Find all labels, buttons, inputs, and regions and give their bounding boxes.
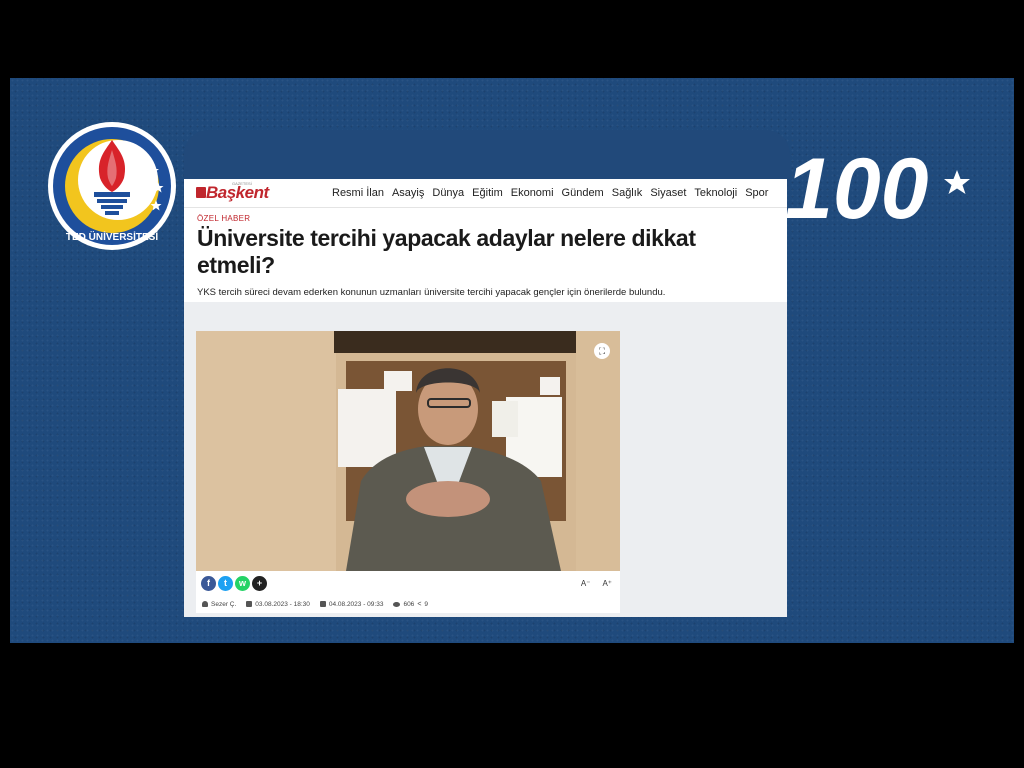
centennial-100-logo: 100 [785, 141, 970, 230]
article-published: 03.08.2023 - 18:30 [255, 600, 310, 608]
ted-logo-text: TED ÜNİVERSİTESİ [66, 230, 158, 243]
font-increase-button[interactable]: A⁺ [602, 579, 612, 588]
article-shares: 9 [424, 600, 429, 608]
share-count-icon: < [417, 600, 422, 608]
article-kicker: ÖZEL HABER [197, 214, 251, 223]
article-video[interactable]: ⛶ [196, 331, 620, 571]
share-bar: f t w + A⁻ A⁺ [196, 571, 620, 595]
nav-item-resmi-ilan[interactable]: Resmi İlan [332, 187, 384, 199]
whatsapp-icon[interactable]: w [235, 575, 250, 591]
article-title: Üniversite tercihi yapacak adaylar neler… [197, 225, 696, 278]
video-frame [196, 331, 620, 571]
nav-item-ekonomi[interactable]: Ekonomi [511, 187, 554, 199]
article-views: 606 [403, 600, 415, 608]
share-icons: f t w + [201, 575, 267, 591]
svg-text:100: 100 [785, 141, 929, 230]
font-decrease-button[interactable]: A⁻ [581, 579, 591, 588]
nav-item-dunya[interactable]: Dünya [432, 187, 464, 199]
crescent-star-icon [944, 170, 970, 194]
ted-university-logo: TED ÜNİVERSİTESİ [48, 122, 176, 250]
facebook-icon[interactable]: f [201, 575, 216, 591]
article-updated: 04.08.2023 - 09:33 [328, 600, 384, 608]
twitter-icon[interactable]: t [218, 575, 233, 591]
nav-item-teknoloji[interactable]: Teknoloji [694, 187, 737, 199]
calendar-icon [246, 601, 253, 607]
article-meta: Sezer Ç. 03.08.2023 - 18:30 04.08.2023 -… [196, 595, 620, 613]
more-share-icon[interactable]: + [252, 575, 267, 591]
nav-item-egitim[interactable]: Eğitim [472, 187, 503, 199]
slide-background: TED ÜNİVERSİTESİ 100 GAZETESİ Başkent Re… [10, 78, 1014, 643]
nav-item-gundem[interactable]: Gündem [562, 187, 604, 199]
nav-item-saglik[interactable]: Sağlık [612, 187, 643, 199]
baskent-logo[interactable]: GAZETESİ Başkent [192, 179, 312, 207]
edit-icon [319, 601, 326, 607]
font-size-controls: A⁻ A⁺ [581, 579, 612, 588]
nav-item-siyaset[interactable]: Siyaset [650, 187, 686, 199]
fullscreen-icon[interactable]: ⛶ [594, 343, 610, 359]
article-header: ÖZEL HABER Üniversite tercihi yapacak ad… [184, 208, 787, 302]
user-icon [202, 601, 208, 607]
nav-item-spor[interactable]: Spor [745, 187, 768, 199]
main-nav: Resmi İlan Asayiş Dünya Eğitim Ekonomi G… [332, 187, 768, 199]
news-article-panel: GAZETESİ Başkent Resmi İlan Asayiş Dünya… [184, 179, 787, 617]
nav-item-asayis[interactable]: Asayiş [392, 187, 424, 199]
newspaper-icon [196, 187, 206, 198]
eye-icon [393, 601, 401, 607]
brand-name: Başkent [206, 183, 269, 202]
article-author: Sezer Ç. [211, 600, 237, 608]
site-navbar: GAZETESİ Başkent Resmi İlan Asayiş Dünya… [184, 179, 787, 208]
article-summary: YKS tercih süreci devam ederken konunun … [197, 287, 666, 298]
